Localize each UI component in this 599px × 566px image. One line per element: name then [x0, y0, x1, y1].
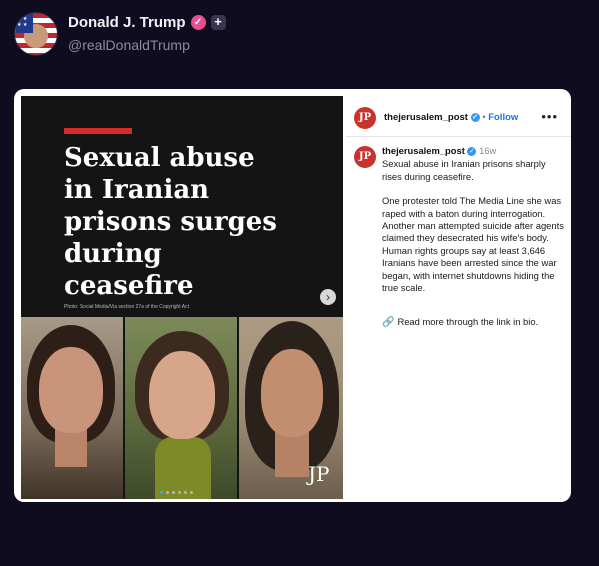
carousel-dots[interactable] — [160, 491, 193, 494]
divider — [346, 136, 571, 137]
embed-account-line: thejerusalem_post ✓ • Follow — [384, 112, 518, 123]
portrait-photo-2 — [125, 317, 237, 499]
caption-paragraph: One protester told The Media Line she wa… — [382, 195, 564, 294]
verified-icon: ✓ — [470, 113, 480, 122]
post-caption: thejerusalem_post ✓ 16w Sexual abuse in … — [382, 145, 564, 306]
embed-account-name[interactable]: thejerusalem_post — [384, 112, 468, 123]
follow-button[interactable]: Follow — [488, 112, 518, 123]
read-more-line: 🔗 Read more through the link in bio. — [382, 316, 538, 328]
photo-credit: Photo: Social Media/Via section 27a of t… — [64, 304, 189, 310]
flag-canton — [15, 13, 33, 33]
link-icon: 🔗 — [382, 317, 395, 328]
media-headline: Sexual abuse in Iranian prisons surges d… — [64, 143, 277, 301]
embed-sidebar: JP thejerusalem_post ✓ • Follow ••• JP t… — [346, 89, 571, 502]
verified-badge-icon: ✓ — [190, 15, 206, 30]
more-options-icon[interactable]: ••• — [541, 109, 558, 124]
next-slide-arrow-icon[interactable]: › — [320, 289, 336, 305]
caption-account-name[interactable]: thejerusalem_post — [382, 145, 465, 156]
plus-badge-icon: + — [210, 15, 226, 30]
separator-dot: • — [482, 112, 486, 123]
jp-watermark: JP — [308, 462, 330, 486]
carousel-dot[interactable] — [160, 491, 163, 494]
jp-logo-icon[interactable]: JP — [354, 107, 376, 129]
avatar[interactable] — [14, 12, 58, 56]
caption-paragraph: Sexual abuse in Iranian prisons sharply … — [382, 158, 546, 182]
carousel-dot[interactable] — [172, 491, 175, 494]
instagram-embed-card[interactable]: Sexual abuse in Iranian prisons surges d… — [14, 89, 571, 502]
user-handle[interactable]: @realDonaldTrump — [68, 37, 190, 53]
name-row: Donald J. Trump ✓ + — [68, 14, 226, 31]
caption-verified-icon: ✓ — [467, 147, 477, 156]
embed-header: JP thejerusalem_post ✓ • Follow ••• — [354, 107, 564, 129]
carousel-dot[interactable] — [166, 491, 169, 494]
carousel-dot[interactable] — [178, 491, 181, 494]
display-name[interactable]: Donald J. Trump — [68, 14, 186, 31]
carousel-dot[interactable] — [184, 491, 187, 494]
headline-accent-bar — [64, 128, 132, 134]
post-age: 16w — [479, 145, 497, 156]
portrait-photo-1 — [21, 317, 123, 499]
carousel-dot[interactable] — [190, 491, 193, 494]
post-header: Donald J. Trump ✓ + @realDonaldTrump — [14, 10, 584, 58]
read-more-text: Read more through the link in bio. — [397, 316, 539, 327]
caption-jp-logo-icon[interactable]: JP — [354, 146, 376, 168]
media-carousel[interactable]: Sexual abuse in Iranian prisons surges d… — [21, 96, 343, 499]
